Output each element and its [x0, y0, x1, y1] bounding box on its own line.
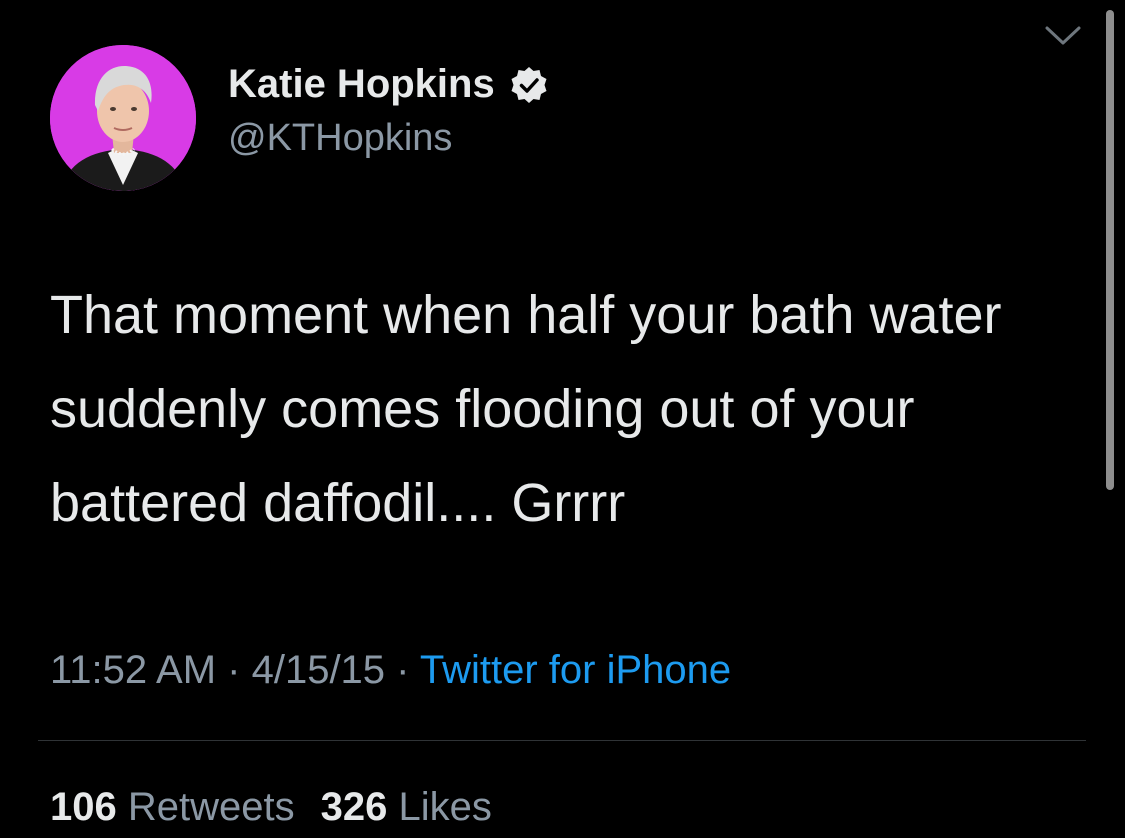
tweet-metadata: 11:52 AM · 4/15/15 · Twitter for iPhone [50, 648, 731, 693]
author-display-name[interactable]: Katie Hopkins [228, 62, 495, 107]
author-handle[interactable]: @KTHopkins [228, 117, 452, 160]
likes-count: 326 [320, 785, 388, 829]
tweet-source-link[interactable]: Twitter for iPhone [420, 648, 731, 692]
tweet-time[interactable]: 11:52 AM [50, 648, 216, 692]
verified-badge-icon [509, 65, 549, 105]
chevron-down-icon[interactable] [1043, 24, 1083, 48]
likes-stat[interactable]: 326 Likes [321, 785, 492, 829]
avatar[interactable] [50, 45, 196, 191]
meta-separator: · [216, 648, 252, 692]
retweets-label: Retweets [127, 785, 295, 829]
author-name-row[interactable]: Katie Hopkins [228, 62, 549, 107]
divider [38, 740, 1086, 741]
tweet-text: That moment when half your bath water su… [50, 285, 1002, 533]
tweet-date[interactable]: 4/15/15 [252, 648, 385, 692]
tweet-stats: 106 Retweets 326 Likes [50, 785, 492, 830]
retweets-count: 106 [50, 785, 117, 829]
meta-separator: · [385, 648, 420, 692]
scrollbar[interactable] [1106, 10, 1114, 490]
avatar-photo [50, 45, 196, 191]
likes-label: Likes [398, 785, 492, 829]
retweets-stat[interactable]: 106 Retweets [50, 785, 295, 829]
